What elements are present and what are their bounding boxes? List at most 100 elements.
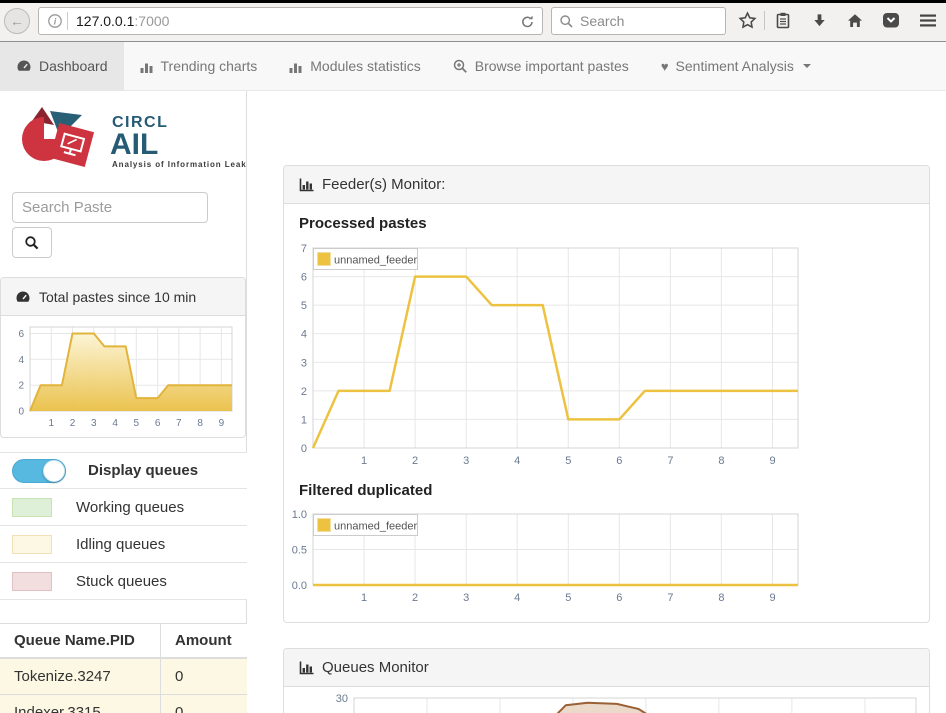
- home-icon[interactable]: [843, 8, 867, 32]
- queues-monitor-chart: 30: [311, 689, 926, 713]
- downloads-icon[interactable]: [807, 8, 831, 32]
- idling-queues-swatch: [12, 535, 52, 554]
- svg-text:9: 9: [219, 418, 225, 429]
- display-queues-toggle[interactable]: [12, 459, 66, 483]
- display-queues-row: Display queues: [0, 452, 247, 489]
- svg-text:2: 2: [412, 592, 418, 604]
- browser-toolbar: ← i 127.0.0.1:7000 Search: [0, 0, 946, 42]
- url-separator: [67, 12, 68, 30]
- working-queues-swatch: [12, 498, 52, 517]
- svg-text:2: 2: [412, 455, 418, 467]
- feeder-monitor-header: Feeder(s) Monitor:: [284, 166, 929, 204]
- back-button[interactable]: ←: [4, 8, 30, 34]
- nav-dashboard[interactable]: Dashboard: [0, 42, 124, 90]
- svg-text:9: 9: [769, 455, 775, 467]
- nav-browse-label: Browse important pastes: [475, 58, 629, 74]
- menu-icon[interactable]: [916, 8, 940, 32]
- nav-sentiment-label: Sentiment Analysis: [676, 58, 794, 74]
- bookmark-star-icon[interactable]: [735, 8, 759, 32]
- pocket-icon[interactable]: [879, 8, 903, 32]
- svg-text:3: 3: [301, 357, 307, 369]
- idling-queues-row: Idling queues: [0, 526, 247, 563]
- svg-text:7: 7: [667, 592, 673, 604]
- svg-text:4: 4: [514, 455, 520, 467]
- bookmarks-clipboard-icon[interactable]: [771, 8, 795, 32]
- search-paste-button[interactable]: [12, 227, 52, 258]
- svg-text:5: 5: [565, 455, 571, 467]
- stuck-queues-label: Stuck queues: [76, 573, 167, 590]
- svg-text:1: 1: [361, 592, 367, 604]
- nav-sentiment-analysis[interactable]: ♥ Sentiment Analysis: [645, 42, 827, 90]
- ail-dashboard-page: ← i 127.0.0.1:7000 Search: [0, 0, 946, 713]
- feeder-monitor-title: Feeder(s) Monitor:: [322, 176, 445, 193]
- stuck-queues-swatch: [12, 572, 52, 591]
- processed-pastes-chart: 12345678901234567unnamed_feeder: [291, 240, 803, 472]
- working-queues-row: Working queues: [0, 489, 247, 526]
- queue-table-row: Indexer.33150: [0, 695, 247, 713]
- url-bar[interactable]: i 127.0.0.1:7000: [38, 7, 543, 35]
- heart-icon: ♥: [661, 60, 669, 73]
- svg-text:4: 4: [112, 418, 118, 429]
- nav-trending-label: Trending charts: [161, 58, 258, 74]
- search-paste-input[interactable]: [12, 192, 208, 223]
- bar-chart-icon: [140, 60, 154, 73]
- caret-down-icon: [803, 64, 811, 68]
- nav-browse-pastes[interactable]: Browse important pastes: [437, 42, 645, 90]
- search-plus-icon: [453, 59, 468, 74]
- nav-trending-charts[interactable]: Trending charts: [124, 42, 274, 90]
- nav-modules-statistics[interactable]: Modules statistics: [273, 42, 436, 90]
- browser-search-box[interactable]: Search: [551, 7, 726, 35]
- ail-logo: CIRCL AIL Analysis of Information Leaks: [20, 105, 246, 173]
- svg-text:1.0: 1.0: [292, 509, 307, 521]
- total-pastes-sparkline-chart: 1234567890246: [6, 321, 240, 429]
- svg-text:unnamed_feeder: unnamed_feeder: [334, 255, 418, 267]
- svg-text:0: 0: [301, 443, 307, 455]
- svg-text:6: 6: [616, 592, 622, 604]
- working-queues-label: Working queues: [76, 499, 184, 516]
- svg-text:8: 8: [718, 455, 724, 467]
- dashboard-gauge-icon: [16, 59, 32, 73]
- queues-monitor-panel: Queues Monitor 30: [283, 648, 930, 713]
- svg-text:7: 7: [667, 455, 673, 467]
- url-port: :7000: [134, 13, 169, 29]
- svg-text:i: i: [54, 17, 57, 27]
- svg-text:9: 9: [769, 592, 775, 604]
- feeder-monitor-panel: Feeder(s) Monitor: Processed pastes 1 2 3 4…: [283, 165, 930, 623]
- svg-text:5: 5: [301, 300, 307, 312]
- gauge-icon: [15, 290, 31, 304]
- svg-text:30: 30: [336, 693, 348, 705]
- svg-text:0.0: 0.0: [292, 580, 307, 592]
- svg-text:4: 4: [514, 592, 520, 604]
- svg-text:4: 4: [18, 355, 24, 366]
- logo-tagline: Analysis of Information Leaks: [112, 160, 246, 169]
- queues-monitor-title: Queues Monitor: [322, 659, 429, 676]
- reload-icon[interactable]: [520, 14, 535, 29]
- svg-text:6: 6: [18, 329, 24, 340]
- svg-text:5: 5: [134, 418, 140, 429]
- search-icon: [24, 235, 40, 251]
- svg-text:2: 2: [301, 386, 307, 398]
- window-top-strip: [0, 0, 946, 3]
- svg-text:7: 7: [301, 243, 307, 255]
- processed-pastes-title: Processed pastes: [299, 215, 427, 232]
- bar-chart-icon: [289, 60, 303, 73]
- filtered-duplicated-chart: 1234567890.00.51.0unnamed_feeder: [291, 506, 803, 606]
- svg-text:8: 8: [718, 592, 724, 604]
- sidebar: CIRCL AIL Analysis of Information Leaks …: [0, 91, 247, 713]
- svg-text:4: 4: [301, 329, 307, 341]
- toggle-knob: [43, 460, 65, 482]
- total-pastes-panel-header: Total pastes since 10 min: [1, 278, 245, 316]
- queues-monitor-header: Queues Monitor: [284, 649, 929, 687]
- svg-text:0.5: 0.5: [292, 545, 307, 557]
- queue-name-cell: Tokenize.3247: [0, 658, 161, 695]
- svg-text:3: 3: [463, 455, 469, 467]
- info-icon[interactable]: i: [47, 13, 63, 29]
- back-icon: ←: [10, 13, 24, 29]
- svg-text:5: 5: [565, 592, 571, 604]
- search-icon: [559, 14, 574, 29]
- bar-chart-axis-icon: [299, 661, 314, 675]
- total-pastes-title: Total pastes since 10 min: [39, 289, 196, 305]
- bar-chart-axis-icon: [299, 178, 314, 192]
- queue-table-header-amount: Amount: [161, 624, 248, 659]
- svg-text:2: 2: [70, 418, 76, 429]
